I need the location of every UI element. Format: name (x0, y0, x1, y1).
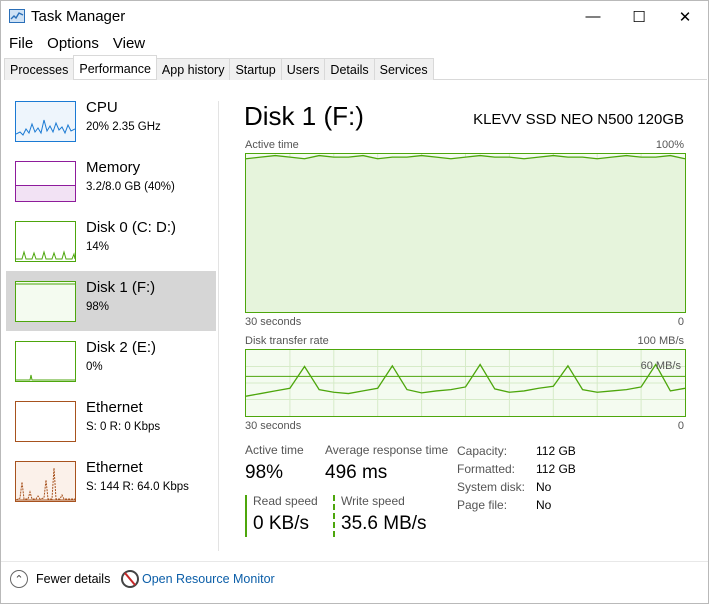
tab-app-history[interactable]: App history (155, 58, 231, 80)
window-title: Task Manager (31, 8, 126, 25)
sidebar-item-value: 20% 2.35 GHz (86, 121, 161, 133)
sidebar-item-ethernet-2[interactable]: Ethernet S: 144 R: 64.0 Kbps (6, 451, 216, 511)
cpu-thumbnail-graph (15, 101, 76, 142)
sidebar-item-memory[interactable]: Memory 3.2/8.0 GB (40%) (6, 151, 216, 211)
footer-separator (1, 561, 708, 562)
sidebar-item-name: Memory (86, 159, 141, 176)
memory-thumbnail-graph (15, 161, 76, 202)
transfer-rate-chart-label: Disk transfer rate (245, 335, 329, 347)
capacity-value: 112 GB (536, 444, 576, 458)
performance-sidebar: CPU 20% 2.35 GHz Memory 3.2/8.0 GB (40%)… (6, 91, 216, 511)
write-speed-value: 35.6 MB/s (341, 513, 427, 534)
open-resource-monitor-link[interactable]: Open Resource Monitor (142, 572, 275, 586)
sidebar-item-cpu[interactable]: CPU 20% 2.35 GHz (6, 91, 216, 151)
chevron-up-icon[interactable]: ⌃ (10, 570, 28, 588)
disk-0-thumbnail-graph (15, 221, 76, 262)
ethernet-1-thumbnail-graph (15, 401, 76, 442)
transfer-rate-chart: 60 MB/s (245, 349, 686, 417)
memory-fill (16, 185, 75, 201)
fewer-details-button[interactable]: Fewer details (36, 572, 110, 586)
write-speed-label: Write speed (341, 494, 405, 508)
tab-services[interactable]: Services (373, 58, 434, 80)
capacity-label: Capacity: (457, 444, 508, 458)
menu-file[interactable]: File (1, 34, 40, 54)
sidebar-item-disk-0[interactable]: Disk 0 (C: D:) 14% (6, 211, 216, 271)
formatted-label: Formatted: (457, 462, 516, 476)
active-time-value: 98% (245, 462, 284, 483)
response-time-value: 496 ms (325, 462, 388, 483)
write-speed-indicator (333, 495, 335, 537)
formatted-value: 112 GB (536, 462, 576, 476)
title-bar: Task Manager — ☐ ✕ (1, 1, 708, 32)
sidebar-item-value: 98% (86, 301, 110, 313)
sidebar-item-name: Disk 1 (F:) (86, 279, 156, 296)
task-manager-icon (9, 9, 25, 23)
sidebar-item-ethernet-1[interactable]: Ethernet S: 0 R: 0 Kbps (6, 391, 216, 451)
sidebar-item-name: Disk 0 (C: D:) (86, 219, 176, 236)
transfer-rate-mid-label: 60 MB/s (640, 360, 681, 372)
transfer-rate-plot (246, 350, 685, 416)
page-file-value: No (536, 498, 552, 512)
active-time-plot (246, 154, 685, 312)
sidebar-item-value: 14% (86, 241, 110, 253)
sidebar-item-name: CPU (86, 99, 118, 116)
read-speed-indicator (245, 495, 247, 537)
panel-divider (218, 101, 219, 551)
sidebar-item-disk-2[interactable]: Disk 2 (E:) 0% (6, 331, 216, 391)
task-manager-window: Task Manager — ☐ ✕ File Options View Pro… (0, 0, 709, 604)
device-name: KLEVV SSD NEO N500 120GB (473, 111, 684, 128)
tab-details[interactable]: Details (324, 58, 375, 80)
sidebar-item-value: 0% (86, 361, 103, 373)
tab-users[interactable]: Users (280, 58, 326, 80)
sidebar-item-disk-1[interactable]: Disk 1 (F:) 98% (6, 271, 216, 331)
active-time-chart-label: Active time (245, 139, 299, 151)
menu-options[interactable]: Options (40, 34, 106, 54)
disk-1-thumbnail-graph (15, 281, 76, 322)
sidebar-item-value: S: 0 R: 0 Kbps (86, 421, 161, 433)
sidebar-item-name: Ethernet (86, 459, 143, 476)
transfer-rate-chart-max: 100 MB/s (637, 335, 684, 347)
close-button[interactable]: ✕ (662, 1, 708, 32)
response-time-label: Average response time (325, 443, 449, 457)
sidebar-item-name: Ethernet (86, 399, 143, 416)
transfer-rate-chart-duration: 30 seconds (245, 420, 302, 432)
sidebar-item-value: S: 144 R: 64.0 Kbps (86, 481, 189, 493)
tab-startup[interactable]: Startup (229, 58, 282, 80)
active-time-chart-min: 0 (677, 316, 684, 328)
system-disk-value: No (536, 480, 552, 494)
active-time-chart (245, 153, 686, 313)
active-time-series-area (246, 155, 685, 312)
menu-view[interactable]: View (106, 34, 152, 54)
tab-processes[interactable]: Processes (4, 58, 75, 80)
disk-2-thumbnail-graph (15, 341, 76, 382)
tab-performance[interactable]: Performance (73, 55, 157, 79)
sidebar-item-value: 3.2/8.0 GB (40%) (86, 181, 175, 193)
active-time-chart-max: 100% (655, 139, 684, 151)
sidebar-item-name: Disk 2 (E:) (86, 339, 157, 356)
page-file-label: Page file: (457, 498, 508, 512)
read-speed-label: Read speed (253, 494, 318, 508)
maximize-button[interactable]: ☐ (616, 1, 662, 32)
tab-strip: Processes Performance App history Startu… (4, 55, 707, 80)
menu-bar: File Options View (1, 34, 152, 54)
active-time-label: Active time (245, 443, 304, 457)
system-disk-label: System disk: (457, 480, 526, 494)
read-speed-value: 0 KB/s (253, 513, 309, 534)
transfer-rate-chart-min: 0 (677, 420, 684, 432)
detail-title: Disk 1 (F:) (244, 101, 364, 131)
active-time-chart-duration: 30 seconds (245, 316, 302, 328)
minimize-button[interactable]: — (570, 1, 616, 32)
ethernet-2-thumbnail-graph (15, 461, 76, 502)
resource-monitor-icon[interactable] (121, 570, 139, 588)
